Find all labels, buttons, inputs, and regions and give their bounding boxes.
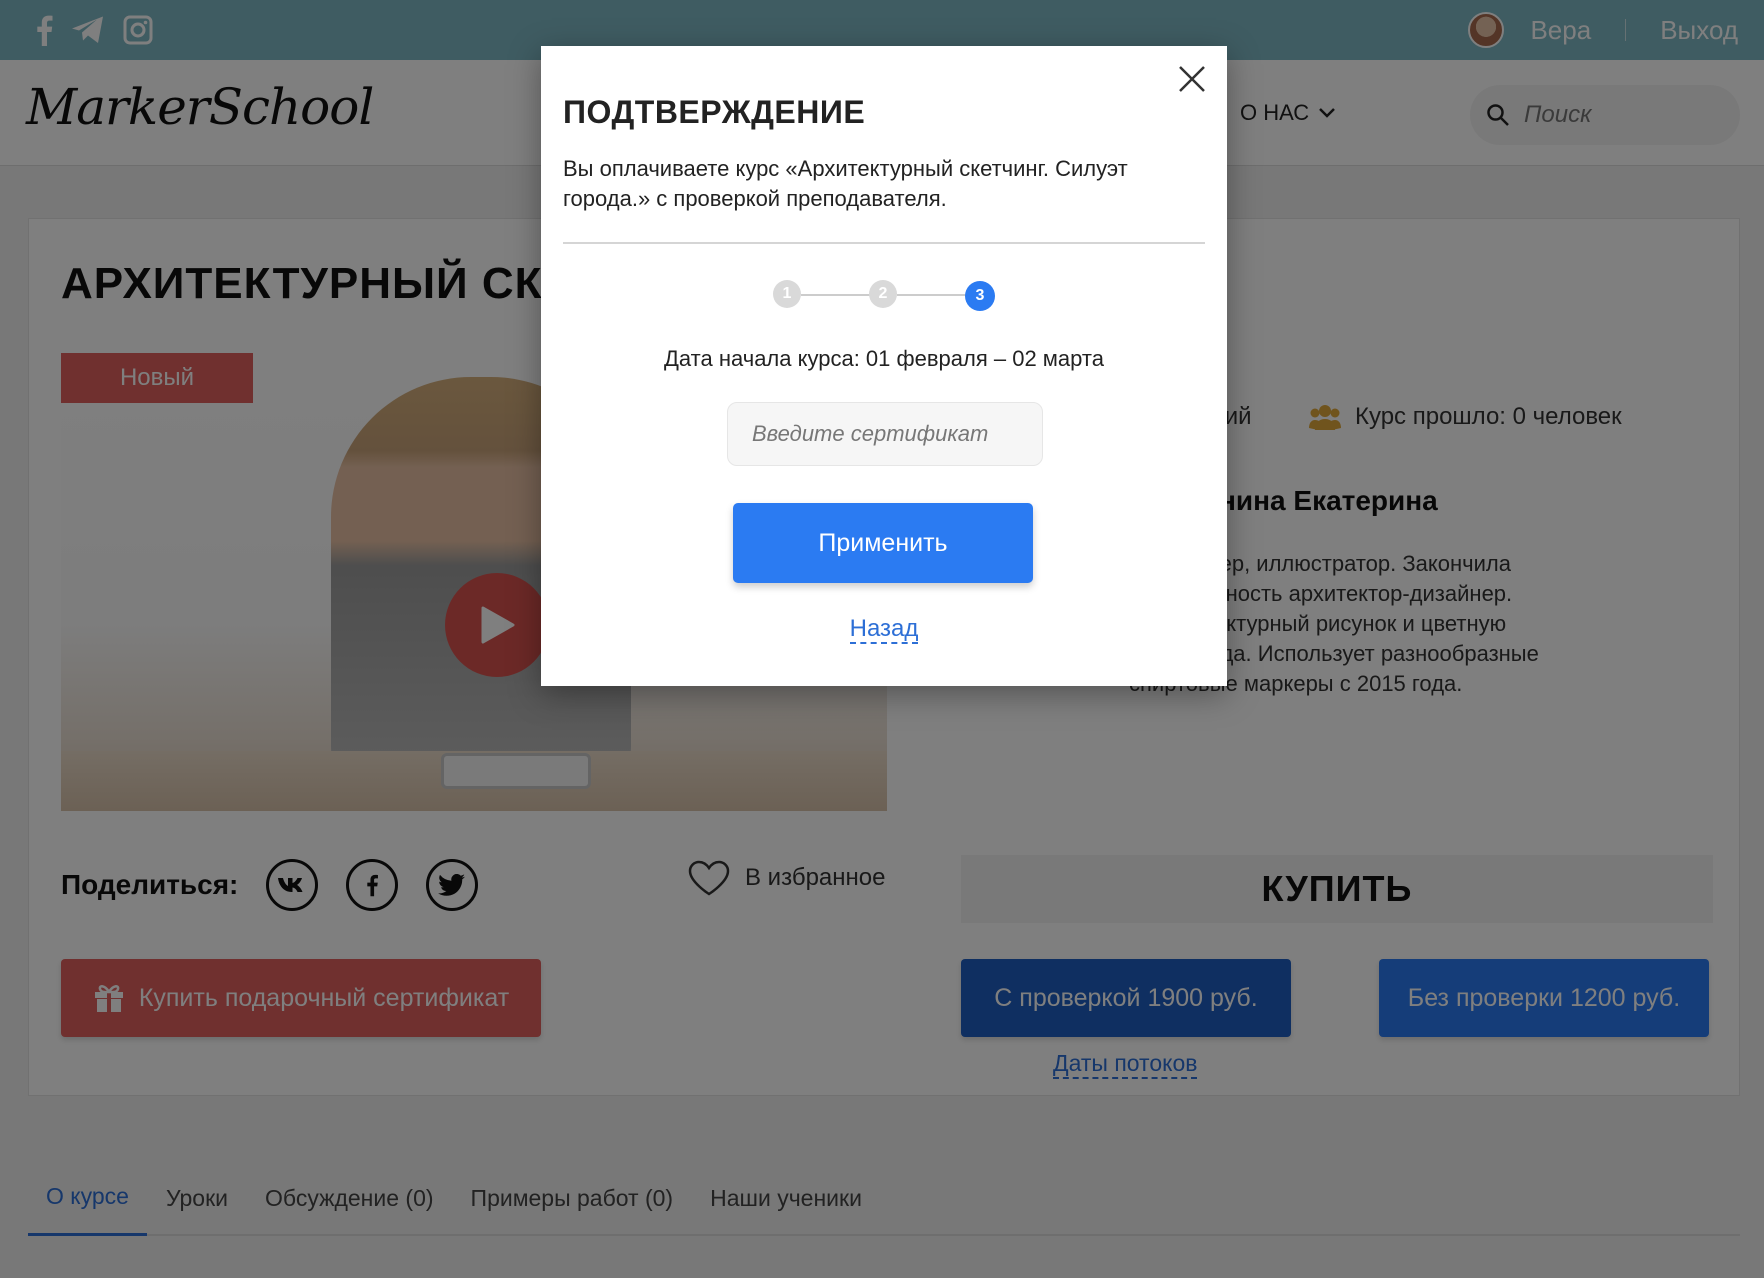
apply-button[interactable]: Применить	[733, 503, 1033, 583]
step-connector	[801, 294, 871, 296]
step-3: 3	[965, 281, 995, 311]
modal-text: Вы оплачиваете курс «Архитектурный скетч…	[563, 156, 1128, 211]
step-connector	[897, 294, 967, 296]
step-1: 1	[773, 280, 801, 308]
back-link-wrapper: Назад	[541, 614, 1227, 644]
close-icon	[1179, 66, 1205, 92]
divider	[563, 242, 1205, 244]
start-date: Дата начала курса: 01 февраля – 02 марта	[664, 346, 1104, 371]
close-button[interactable]	[1175, 62, 1209, 96]
stepper: 1 2 3	[773, 280, 995, 312]
modal-title: ПОДТВЕРЖДЕНИЕ	[563, 94, 866, 130]
back-link[interactable]: Назад	[849, 615, 919, 644]
step-2: 2	[869, 280, 897, 308]
confirmation-modal: ПОДТВЕРЖДЕНИЕ Вы оплачиваете курс «Архит…	[541, 46, 1227, 686]
certificate-input[interactable]	[727, 402, 1043, 466]
